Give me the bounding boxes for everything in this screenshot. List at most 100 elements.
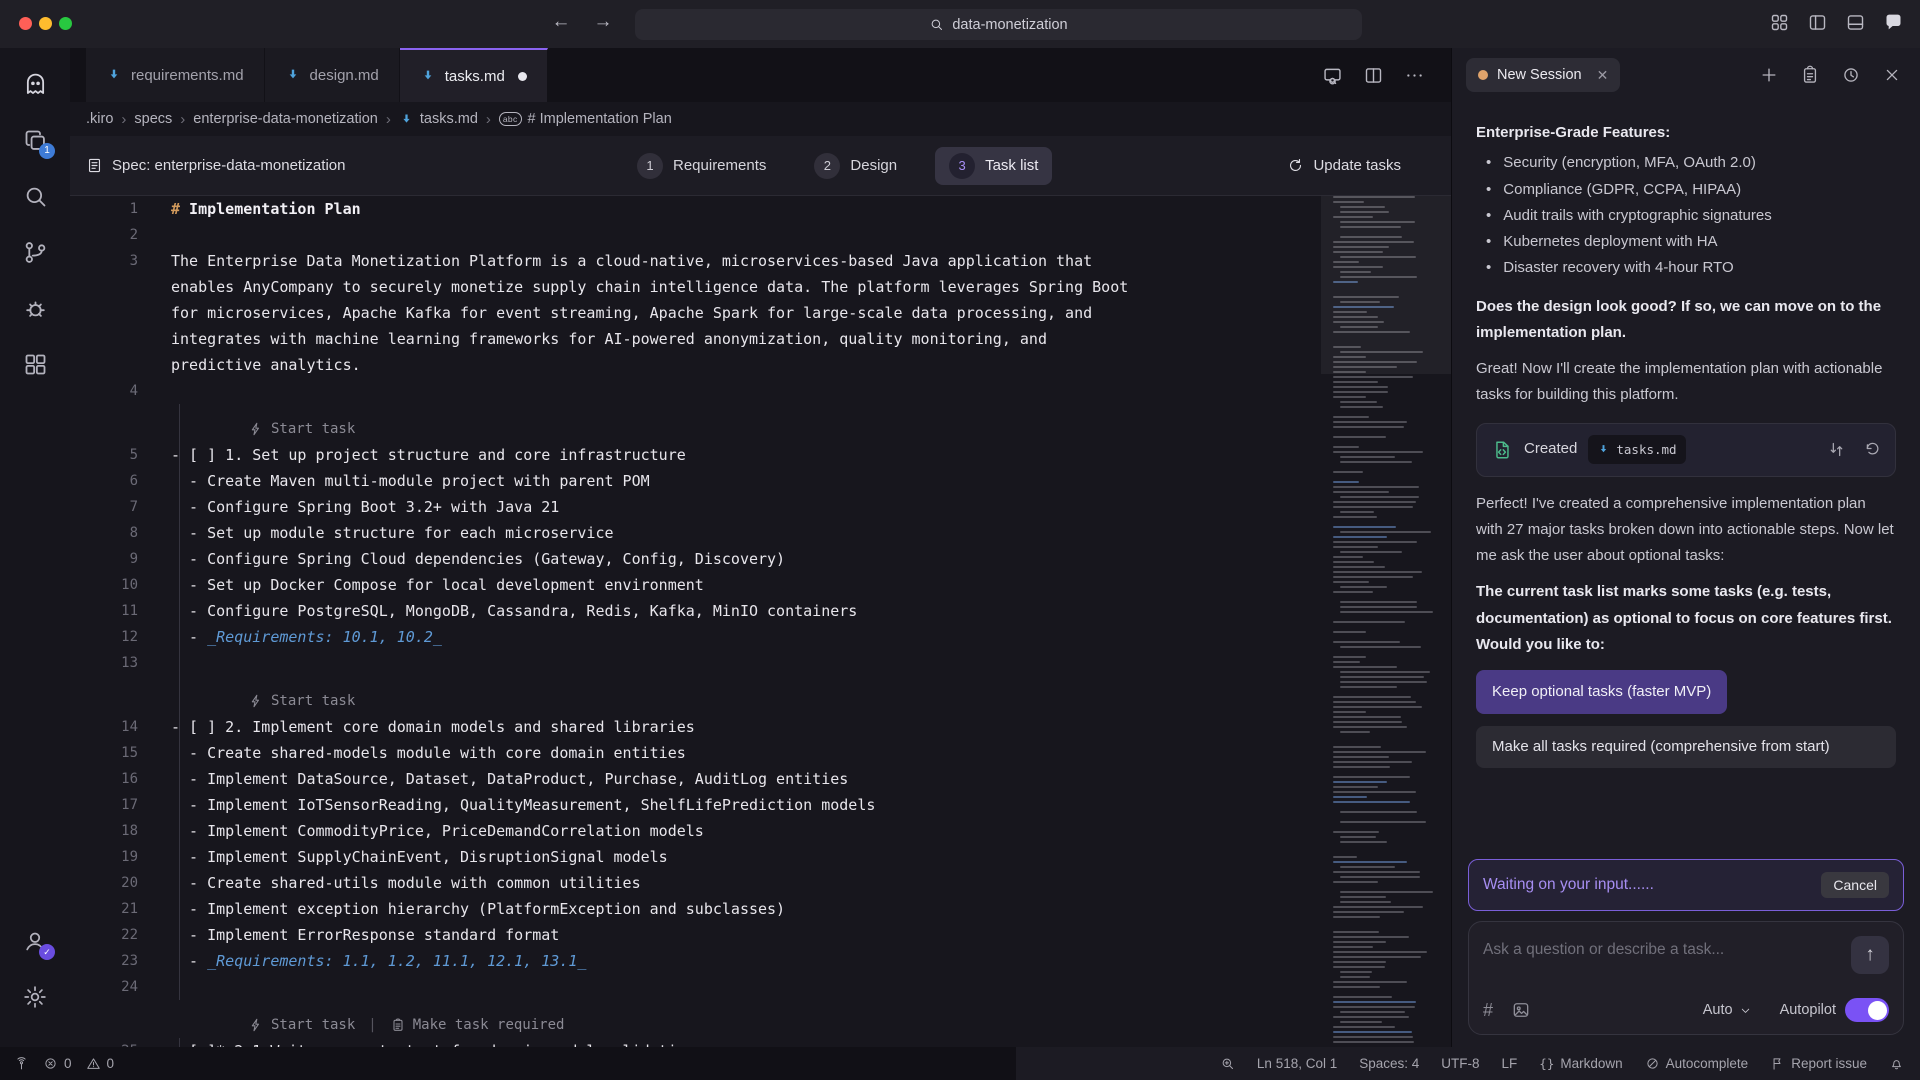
breadcrumb-item[interactable]: abc# Implementation Plan — [499, 111, 672, 127]
undo-icon[interactable] — [1862, 440, 1881, 459]
plus-icon[interactable] — [1759, 65, 1779, 85]
codelens-start-task[interactable]: Start task — [248, 1012, 355, 1038]
activity-item-settings-gear[interactable] — [13, 975, 57, 1019]
code-text[interactable]: - Configure Spring Boot 3.2+ with Java 2… — [171, 494, 559, 520]
split-editor-icon[interactable] — [1363, 65, 1384, 86]
session-close-icon[interactable]: ✕ — [1597, 67, 1609, 84]
tab-design.md[interactable]: design.md — [265, 48, 400, 102]
spec-step-requirements[interactable]: 1Requirements — [627, 147, 776, 185]
status-spaces-4[interactable]: Spaces: 4 — [1359, 1056, 1419, 1071]
tab-tasks.md[interactable]: tasks.md — [400, 48, 548, 102]
status-lf[interactable]: LF — [1502, 1056, 1518, 1071]
code-editor[interactable]: 1# Implementation Plan23The Enterprise D… — [70, 196, 1451, 1047]
codelens-start-task[interactable]: Start task — [248, 688, 355, 714]
code-text[interactable]: - Set up Docker Compose for local develo… — [171, 572, 704, 598]
code-text[interactable]: - Implement ErrorResponse standard forma… — [171, 922, 559, 948]
code-text[interactable]: - Implement exception hierarchy (Platfor… — [171, 896, 785, 922]
file-created-card[interactable]: Createdtasks.md — [1476, 423, 1896, 477]
status-braces[interactable]: {}Markdown — [1539, 1056, 1622, 1071]
code-text[interactable]: - Configure PostgreSQL, MongoDB, Cassand… — [171, 598, 857, 624]
code-text[interactable]: integrates with machine learning framewo… — [171, 326, 1047, 352]
code-text[interactable]: - [ ] 1. Set up project structure and co… — [171, 442, 686, 468]
close-icon[interactable] — [1882, 65, 1902, 85]
code-line: 9 - Configure Spring Cloud dependencies … — [70, 546, 1451, 572]
status-zoom-plus[interactable] — [1220, 1056, 1235, 1071]
chat-icon[interactable] — [1883, 12, 1904, 33]
status-slash-circle[interactable]: Autocomplete — [1645, 1056, 1749, 1071]
created-file-chip[interactable]: tasks.md — [1588, 435, 1685, 465]
attach-image-icon[interactable] — [1511, 1000, 1531, 1020]
dirty-indicator[interactable] — [518, 72, 527, 81]
activity-item-git-branch[interactable] — [13, 230, 57, 274]
cancel-button[interactable]: Cancel — [1821, 872, 1889, 898]
code-text[interactable]: - _Requirements: 10.1, 10.2_ — [171, 624, 442, 650]
activity-item-files[interactable]: 1 — [13, 118, 57, 162]
keep-optional-tasks-button[interactable]: Keep optional tasks (faster MVP) — [1476, 670, 1727, 714]
forward-icon[interactable]: → — [590, 11, 616, 33]
code-text[interactable]: - [ ] 2. Implement core domain models an… — [171, 714, 695, 740]
send-button[interactable]: ↑ — [1851, 936, 1889, 974]
session-tab[interactable]: New Session ✕ — [1466, 58, 1620, 92]
context-hash-icon[interactable]: # — [1483, 1000, 1493, 1021]
activity-item-search[interactable] — [13, 174, 57, 218]
code-text[interactable]: - _Requirements: 1.1, 1.2, 11.1, 12.1, 1… — [171, 948, 586, 974]
breadcrumb-item[interactable]: enterprise-data-monetization — [193, 111, 378, 127]
status-report-flag[interactable]: Report issue — [1770, 1056, 1867, 1071]
activity-item-extensions[interactable] — [13, 342, 57, 386]
tab-requirements.md[interactable]: requirements.md — [86, 48, 265, 102]
code-text[interactable]: for microservices, Apache Kafka for even… — [171, 300, 1092, 326]
back-icon[interactable]: ← — [548, 11, 574, 33]
history-icon[interactable] — [1841, 65, 1861, 85]
code-text[interactable]: predictive analytics. — [171, 352, 361, 378]
codelens-make-task-required[interactable]: Make task required — [390, 1012, 565, 1038]
panel-bottom-icon[interactable] — [1845, 12, 1866, 33]
mode-select[interactable]: Auto — [1703, 1002, 1752, 1018]
status-error-circle[interactable]: 0 — [43, 1056, 72, 1071]
chat-input[interactable]: Ask a question or describe a task... — [1483, 936, 1724, 959]
breadcrumb-item[interactable]: .kiro — [86, 111, 113, 127]
make-tasks-required-button[interactable]: Make all tasks required (comprehensive f… — [1476, 726, 1896, 767]
status-warning[interactable]: 0 — [86, 1056, 115, 1071]
codelens-start-task[interactable]: Start task — [248, 416, 355, 442]
status-ln-518-col-1[interactable]: Ln 518, Col 1 — [1257, 1056, 1337, 1071]
zoom-window-button[interactable] — [59, 17, 72, 30]
code-text[interactable]: - Create Maven multi-module project with… — [171, 468, 650, 494]
breadcrumb-item[interactable]: specs — [134, 111, 172, 127]
spec-step-task-list[interactable]: 3Task list — [935, 147, 1052, 185]
code-text[interactable]: enables AnyCompany to securely monetize … — [171, 274, 1128, 300]
code-text[interactable]: - Implement SupplyChainEvent, Disruption… — [171, 844, 668, 870]
update-tasks-button[interactable]: Update tasks — [1287, 157, 1401, 174]
panel-left-icon[interactable] — [1807, 12, 1828, 33]
code-text[interactable]: - Set up module structure for each micro… — [171, 520, 614, 546]
activity-item-account[interactable]: ✓ — [13, 919, 57, 963]
open-preview-icon[interactable] — [1322, 65, 1343, 86]
code-text[interactable]: - Create shared-models module with core … — [171, 740, 686, 766]
close-window-button[interactable] — [19, 17, 32, 30]
report-flag-icon — [1770, 1056, 1785, 1071]
diff-icon[interactable] — [1827, 440, 1846, 459]
spec-step-design[interactable]: 2Design — [804, 147, 907, 185]
minimap-slider[interactable] — [1321, 196, 1451, 374]
code-text[interactable]: - [ ]* 2.1 Write property test for domai… — [171, 1038, 695, 1047]
code-text[interactable]: The Enterprise Data Monetization Platfor… — [171, 248, 1092, 274]
code-text[interactable]: - Create shared-utils module with common… — [171, 870, 641, 896]
layout-grid-icon[interactable] — [1769, 12, 1790, 33]
task-list-icon[interactable] — [1800, 65, 1820, 85]
command-search-input[interactable]: data-monetization — [635, 9, 1362, 40]
code-text[interactable]: # Implementation Plan — [171, 196, 361, 222]
code-text[interactable]: - Configure Spring Cloud dependencies (G… — [171, 546, 785, 572]
autopilot-toggle[interactable] — [1845, 998, 1889, 1022]
status-utf-8[interactable]: UTF-8 — [1441, 1056, 1479, 1071]
breadcrumb-label: specs — [134, 111, 172, 127]
status-bell[interactable] — [1889, 1056, 1904, 1071]
line-number: 16 — [70, 766, 138, 792]
more-actions-icon[interactable] — [1404, 65, 1425, 86]
status-remote[interactable] — [14, 1056, 29, 1071]
code-text[interactable]: - Implement DataSource, Dataset, DataPro… — [171, 766, 848, 792]
activity-item-debug-bug[interactable] — [13, 286, 57, 330]
minimize-window-button[interactable] — [39, 17, 52, 30]
activity-item-kiro-ghost[interactable] — [13, 62, 57, 106]
code-text[interactable]: - Implement CommodityPrice, PriceDemandC… — [171, 818, 704, 844]
breadcrumb-item[interactable]: tasks.md — [399, 111, 478, 127]
code-text[interactable]: - Implement IoTSensorReading, QualityMea… — [171, 792, 875, 818]
